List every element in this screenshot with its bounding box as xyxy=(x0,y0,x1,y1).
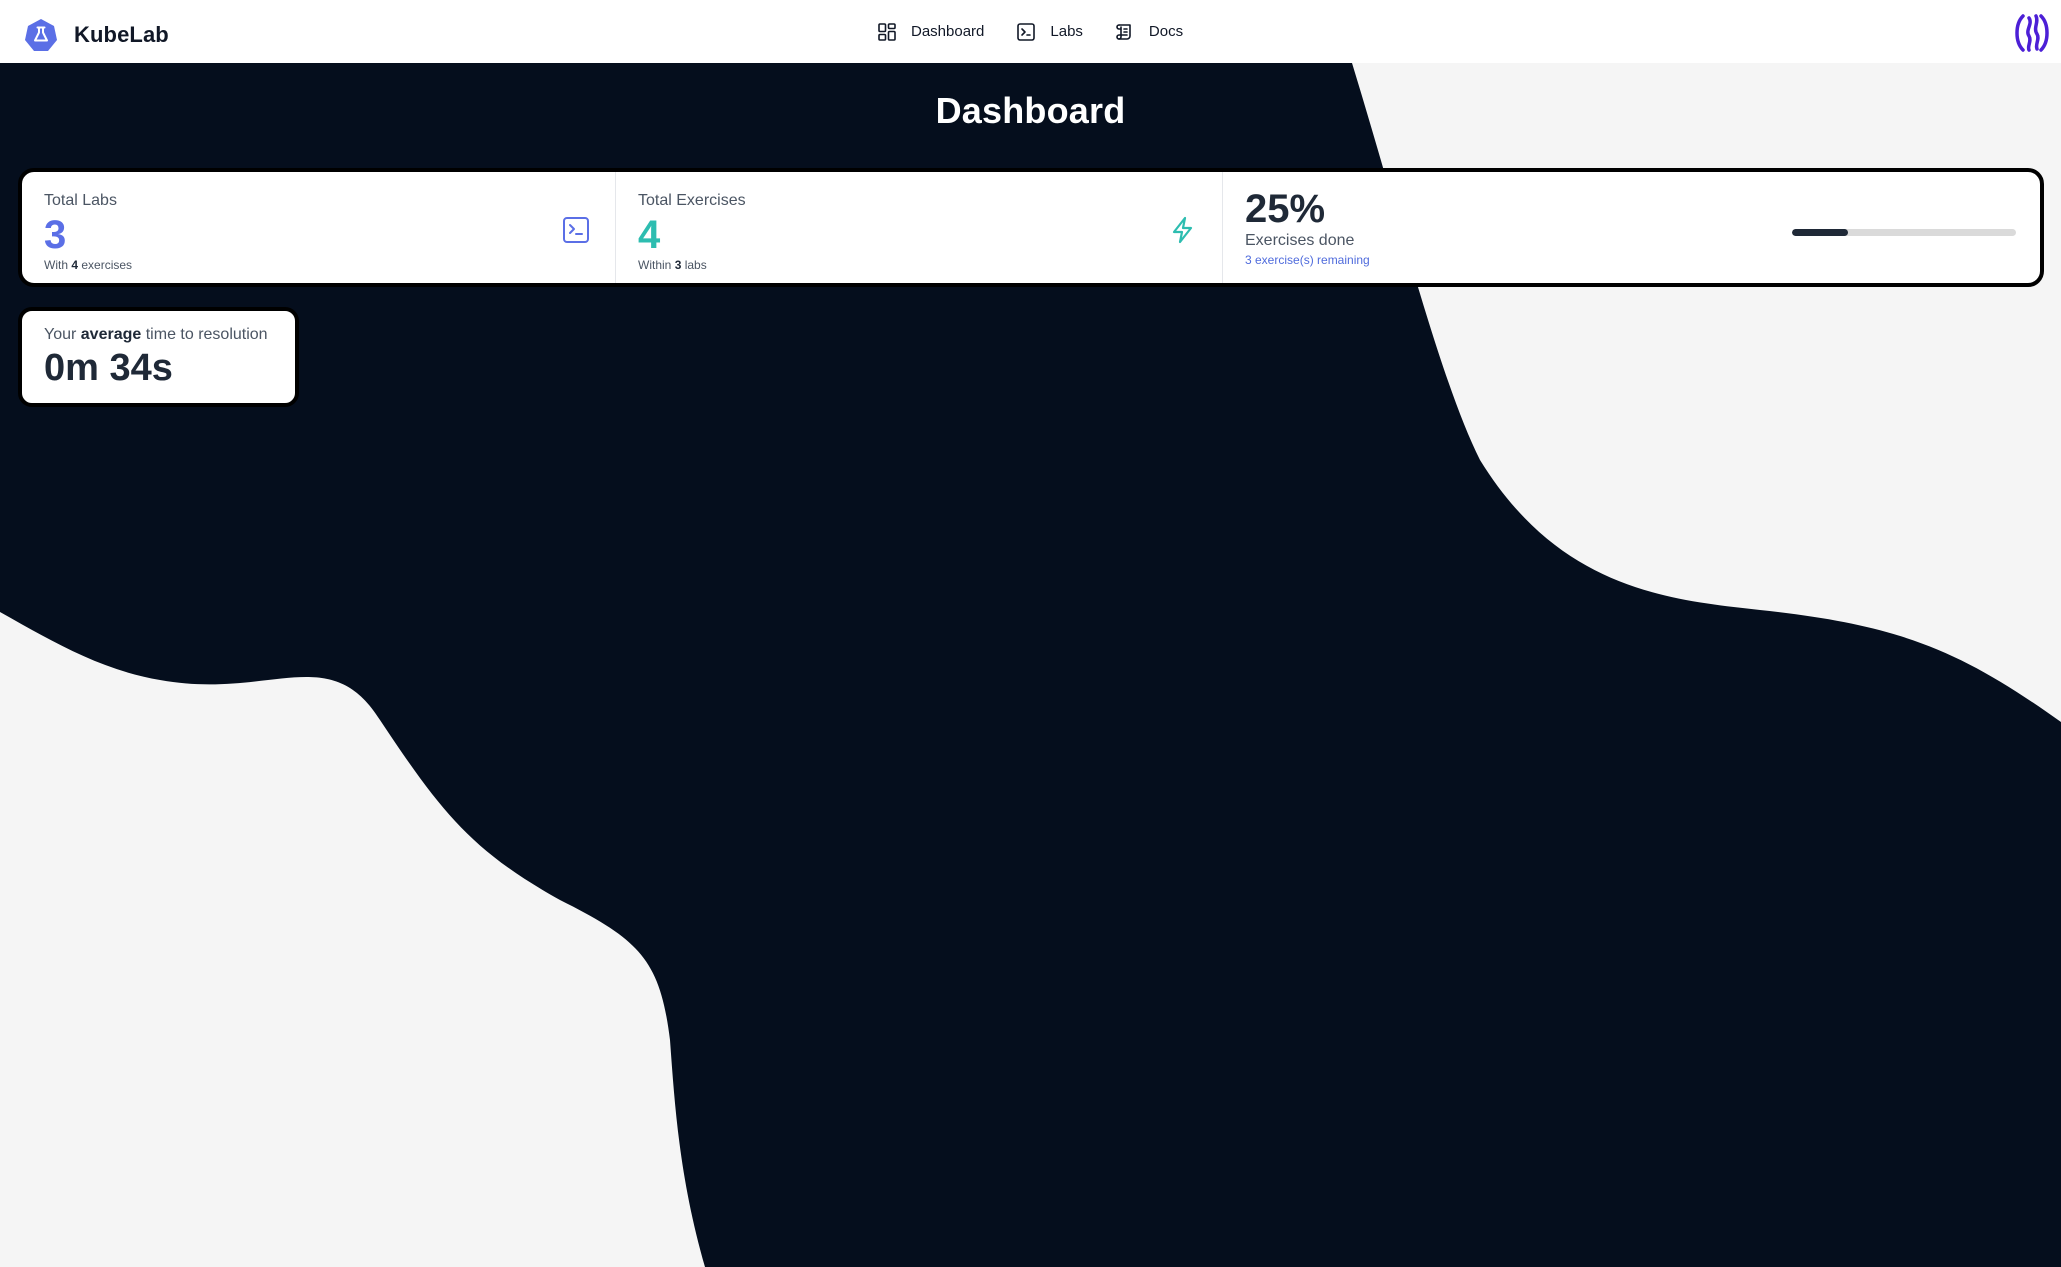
stat-desc-count: 3 xyxy=(674,258,682,272)
average-time-label: Your average time to resolution xyxy=(44,326,295,344)
exercises-remaining: 3 exercise(s) remaining xyxy=(1245,253,1370,267)
stat-label: Total Labs xyxy=(44,192,117,209)
lightning-icon xyxy=(1172,216,1193,244)
nav-item-labs[interactable]: Labs xyxy=(1016,22,1083,42)
nav-item-label: Docs xyxy=(1148,23,1184,40)
stat-desc-prefix: Within xyxy=(638,258,672,272)
stat-value: 4 xyxy=(638,213,661,257)
dashboard-grid-icon xyxy=(878,22,896,41)
top-navbar: KubeLab Dashboard Labs Docs xyxy=(0,0,2061,63)
scroll-icon xyxy=(1116,23,1131,40)
page-title: Dashboard xyxy=(935,90,1126,131)
user-avatar[interactable] xyxy=(2011,12,2053,54)
completion-progress-bar xyxy=(1792,229,2016,236)
kubelab-logo-icon xyxy=(25,19,57,51)
stat-desc-suffix: labs xyxy=(684,258,707,272)
stat-value: 3 xyxy=(44,213,67,257)
stat-description: With 4 exercises xyxy=(44,258,615,272)
stat-desc-suffix: exercises xyxy=(81,258,133,272)
terminal-icon xyxy=(1017,22,1036,41)
average-time-card: Your average time to resolution 0m 34s xyxy=(18,307,299,407)
stat-description: Within 3 labs xyxy=(638,258,1222,272)
terminal-icon xyxy=(563,217,589,243)
stat-desc-count: 4 xyxy=(71,258,79,272)
nav-item-docs[interactable]: Docs xyxy=(1115,22,1183,42)
stat-desc-prefix: With xyxy=(44,258,68,272)
nav-item-label: Dashboard xyxy=(911,23,985,40)
completion-percentage: 25% xyxy=(1245,187,1326,231)
avg-label-bold: average xyxy=(80,326,142,343)
app-name: KubeLab xyxy=(74,22,169,47)
stat-label: Total Exercises xyxy=(638,192,746,209)
nav-item-label: Labs xyxy=(1050,23,1083,40)
main-nav: Dashboard Labs Docs xyxy=(877,0,1183,63)
stat-total-exercises: Total Exercises 4 Within 3 labs xyxy=(615,172,1222,283)
stats-card: Total Labs 3 With 4 exercises Total Exer… xyxy=(18,168,2044,287)
stat-total-labs: Total Labs 3 With 4 exercises xyxy=(22,172,615,283)
progress-fill xyxy=(1792,229,1848,236)
brand-link[interactable]: KubeLab xyxy=(24,18,169,52)
avg-label-prefix: Your xyxy=(44,326,77,343)
average-time-value: 0m 34s xyxy=(44,347,173,389)
stat-completion: 25% Exercises done 3 exercise(s) remaini… xyxy=(1222,172,2040,283)
nav-item-dashboard[interactable]: Dashboard xyxy=(877,22,984,42)
avg-label-suffix: time to resolution xyxy=(145,326,268,343)
